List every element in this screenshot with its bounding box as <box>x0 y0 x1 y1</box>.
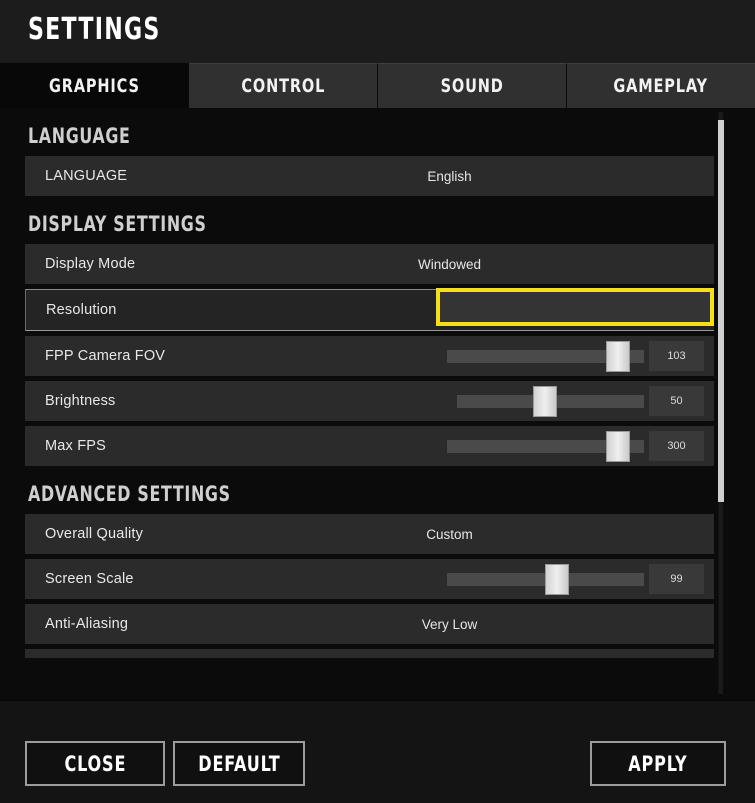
tab-control[interactable]: CONTROL <box>189 63 378 108</box>
scrollbar-thumb[interactable] <box>718 120 724 502</box>
settings-screen: SETTINGS GRAPHICS CONTROL SOUND GAMEPLAY LA… <box>0 0 755 803</box>
slider-thumb[interactable] <box>545 563 570 595</box>
apply-button[interactable]: APPLY <box>590 741 726 786</box>
settings-row-label: Brightness <box>45 393 116 409</box>
settings-scroll-area[interactable]: LANGUAGE LANGUAGE English DISPLAY SETTINGS D… <box>0 108 755 700</box>
section-header: DISPLAY SETTINGS <box>28 212 207 236</box>
settings-row[interactable]: Screen Scale 99 <box>25 559 714 599</box>
section-header: ADVANCED SETTINGS <box>28 482 231 506</box>
settings-row[interactable]: FPP Camera FOV 103 <box>25 336 714 376</box>
tab-graphics[interactable]: GRAPHICS <box>0 63 189 108</box>
apply-button-label: APPLY <box>628 751 688 776</box>
default-button-label: DEFAULT <box>197 751 281 776</box>
close-button[interactable]: CLOSE <box>25 741 165 786</box>
settings-row-label: FPP Camera FOV <box>45 348 166 364</box>
settings-row-value: Windowed <box>417 256 482 272</box>
slider-track[interactable] <box>447 430 644 462</box>
section-header: LANGUAGE <box>28 124 131 148</box>
default-button[interactable]: DEFAULT <box>173 741 305 786</box>
settings-row[interactable]: Anti-Aliasing Very Low <box>25 604 714 644</box>
close-button-label: CLOSE <box>64 751 126 776</box>
settings-row-label: Max FPS <box>45 438 107 454</box>
settings-row-partial <box>25 649 714 658</box>
slider-value-box: 103 <box>649 341 704 371</box>
slider-control[interactable]: 50 <box>457 381 704 421</box>
slider-track[interactable] <box>457 385 644 417</box>
tab-label: SOUND <box>440 75 504 97</box>
tab-sound[interactable]: SOUND <box>378 63 567 108</box>
slider-value-box: 50 <box>649 386 704 416</box>
settings-row-value: Very Low <box>421 616 478 632</box>
settings-row[interactable]: Display Mode Windowed <box>25 244 714 284</box>
slider-thumb[interactable] <box>606 340 631 372</box>
settings-row[interactable]: Brightness 50 <box>25 381 714 421</box>
settings-row-label: Resolution <box>46 302 117 318</box>
settings-row-label: Screen Scale <box>45 571 134 587</box>
settings-row[interactable]: Resolution <box>25 288 714 331</box>
slider-control[interactable]: 99 <box>447 559 704 599</box>
header-bar: SETTINGS <box>0 0 755 63</box>
slider-value-box: 99 <box>649 564 704 594</box>
selection-highlight-box[interactable] <box>436 288 714 326</box>
tab-label: CONTROL <box>241 75 325 97</box>
slider-value-box: 300 <box>649 431 704 461</box>
tab-gameplay[interactable]: GAMEPLAY <box>567 63 755 108</box>
settings-row-value: Custom <box>426 526 473 542</box>
slider-thumb[interactable] <box>606 430 631 462</box>
slider-thumb[interactable] <box>532 385 557 417</box>
slider-track[interactable] <box>447 563 644 595</box>
page-title: SETTINGS <box>28 12 161 47</box>
slider-track[interactable] <box>447 340 644 372</box>
tab-bar: GRAPHICS CONTROL SOUND GAMEPLAY <box>0 63 755 108</box>
tab-label: GAMEPLAY <box>613 75 709 97</box>
tab-label: GRAPHICS <box>48 75 140 97</box>
settings-row[interactable]: Overall Quality Custom <box>25 514 714 554</box>
slider-control[interactable]: 300 <box>447 426 704 466</box>
settings-list: LANGUAGE LANGUAGE English DISPLAY SETTINGS D… <box>0 108 717 663</box>
settings-row[interactable]: LANGUAGE English <box>25 156 714 196</box>
settings-row-value: English <box>427 168 472 184</box>
slider-control[interactable]: 103 <box>447 336 704 376</box>
footer-bar: CLOSE DEFAULT APPLY <box>0 700 755 803</box>
settings-row[interactable]: Max FPS 300 <box>25 426 714 466</box>
